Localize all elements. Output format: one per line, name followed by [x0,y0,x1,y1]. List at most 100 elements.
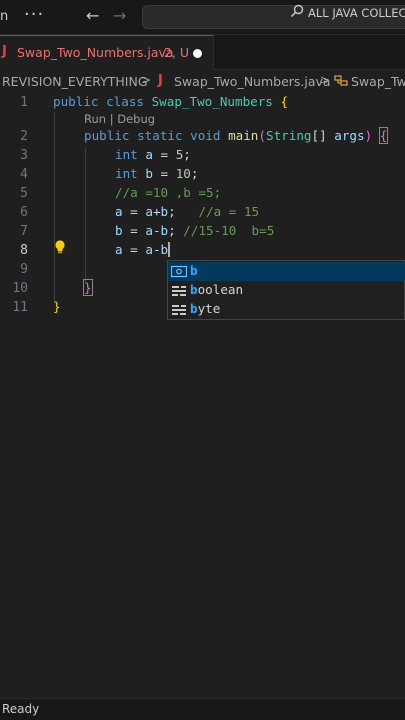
code-line-3: int a = 5; [115,147,191,162]
code-line-10: } [83,279,93,296]
suggestion-match: b [190,301,198,316]
code-token: a [145,147,153,162]
code-token: public class [53,94,152,109]
suggestion-item[interactable]: byte [168,300,405,319]
suggestion-match: b [190,263,198,278]
line-number: 11 [12,300,28,315]
code-token: ; [168,204,199,219]
more-menu-button[interactable]: ··· [24,4,44,25]
autocomplete-widget: b boolean byte [167,260,405,320]
chevron-right-icon: > [320,73,331,87]
code-token: a [115,204,123,219]
arrow-right-icon[interactable]: → [113,6,126,25]
tab-label: Swap_Two_Numbers.java [17,45,174,60]
indent-guide [54,112,55,302]
code-token: 10 [175,166,191,181]
code-comment: //a =10 ,b =5; [115,185,222,200]
menu-fragment[interactable]: n [0,9,8,24]
code-token: b [145,166,153,181]
code-line-5: //a =10 ,b =5; [115,185,221,200]
code-line-6: a = a+b; //a = 15 [115,204,259,219]
unsaved-dot-icon[interactable] [193,49,202,58]
code-line-1: public class Swap_Two_Numbers { [53,94,288,109]
keyword-icon [171,302,187,317]
code-token: b [160,223,169,238]
arrow-left-icon[interactable]: ← [86,6,99,25]
code-token: - [152,223,161,238]
code-line-8: a = a-b [115,242,171,257]
code-token: int [115,166,146,181]
code-token: int [115,147,146,162]
keyword-icon [171,283,187,298]
code-token: args [334,128,365,143]
java-file-icon: J [158,73,163,88]
code-token: = [122,242,146,257]
suggestion-rest: yte [197,301,221,316]
code-token: a [145,242,153,257]
code-token: = [152,166,176,181]
code-line-7: b = a-b; //15-10 b=5 [115,223,274,238]
line-number: 6 [20,205,28,220]
code-token: + [152,204,161,219]
code-comment: //a = 15 [198,204,260,219]
code-token: ) [364,128,380,143]
code-line-11: } [53,299,61,314]
codelens-run-debug[interactable]: Run | Debug [84,112,155,126]
suggestion-label: byte [190,301,220,316]
code-token: ; [183,147,191,162]
code-token: } [53,299,61,314]
title-bar: n ··· ← → ALL JAVA COLLECT [0,0,405,35]
code-editor[interactable]: 1 2 3 4 5 6 7 8 9 10 11 public class Swa… [0,93,405,693]
suggestion-label: boolean [190,282,243,297]
tab-swap-two-numbers[interactable]: J Swap_Two_Numbers.java 2, U [0,35,214,70]
breadcrumb-folder[interactable]: REVISION_EVERYTHING [2,74,148,89]
code-token: [] [311,128,335,143]
java-file-icon: J [2,44,7,59]
chevron-right-icon: > [141,73,152,87]
code-token: - [152,242,161,257]
text-cursor [168,242,171,257]
class-symbol-icon [334,73,348,91]
code-token: main [228,128,259,143]
breadcrumb-file[interactable]: Swap_Two_Numbers.java [174,74,331,89]
code-token: a [145,204,153,219]
line-number: 9 [20,262,28,277]
code-token: { [272,94,289,109]
code-token: = [122,223,146,238]
search-icon [290,4,304,22]
code-token: b [160,204,169,219]
line-number: 3 [20,148,28,163]
lightbulb-icon[interactable] [54,240,66,254]
line-number: 1 [20,95,28,110]
indent-guide [85,148,86,283]
code-token: } [83,279,93,296]
code-token: String [266,128,312,143]
suggestion-match: b [190,282,198,297]
breadcrumb-symbol[interactable]: Swap_Two [351,74,405,89]
code-token: { [378,127,389,144]
breadcrumb: REVISION_EVERYTHING > J Swap_Two_Numbers… [0,71,405,93]
line-number: 4 [20,167,28,182]
code-token: = [122,204,146,219]
code-token: a [145,223,153,238]
tab-problem-status: 2, U [164,45,190,60]
suggestion-label: b [190,263,198,278]
code-token: ; [168,223,184,238]
code-token: public static void [84,128,229,143]
line-number-active: 8 [20,243,28,258]
variable-icon [170,264,188,279]
code-token: a [115,242,123,257]
search-label: ALL JAVA COLLECT [308,6,405,20]
code-comment: //15-10 b=5 [183,223,275,238]
tab-bar: J Swap_Two_Numbers.java 2, U [0,35,405,70]
status-text: Ready [2,702,40,716]
suggestion-rest: oolean [197,282,244,297]
code-token: b [115,223,123,238]
code-token: ; [190,166,199,181]
code-token: ( [258,128,266,143]
suggestion-item[interactable]: boolean [168,281,405,300]
line-number: 2 [20,129,28,144]
suggestion-item[interactable]: b [168,262,405,281]
line-number: 7 [20,224,28,239]
code-token: = [152,147,176,162]
